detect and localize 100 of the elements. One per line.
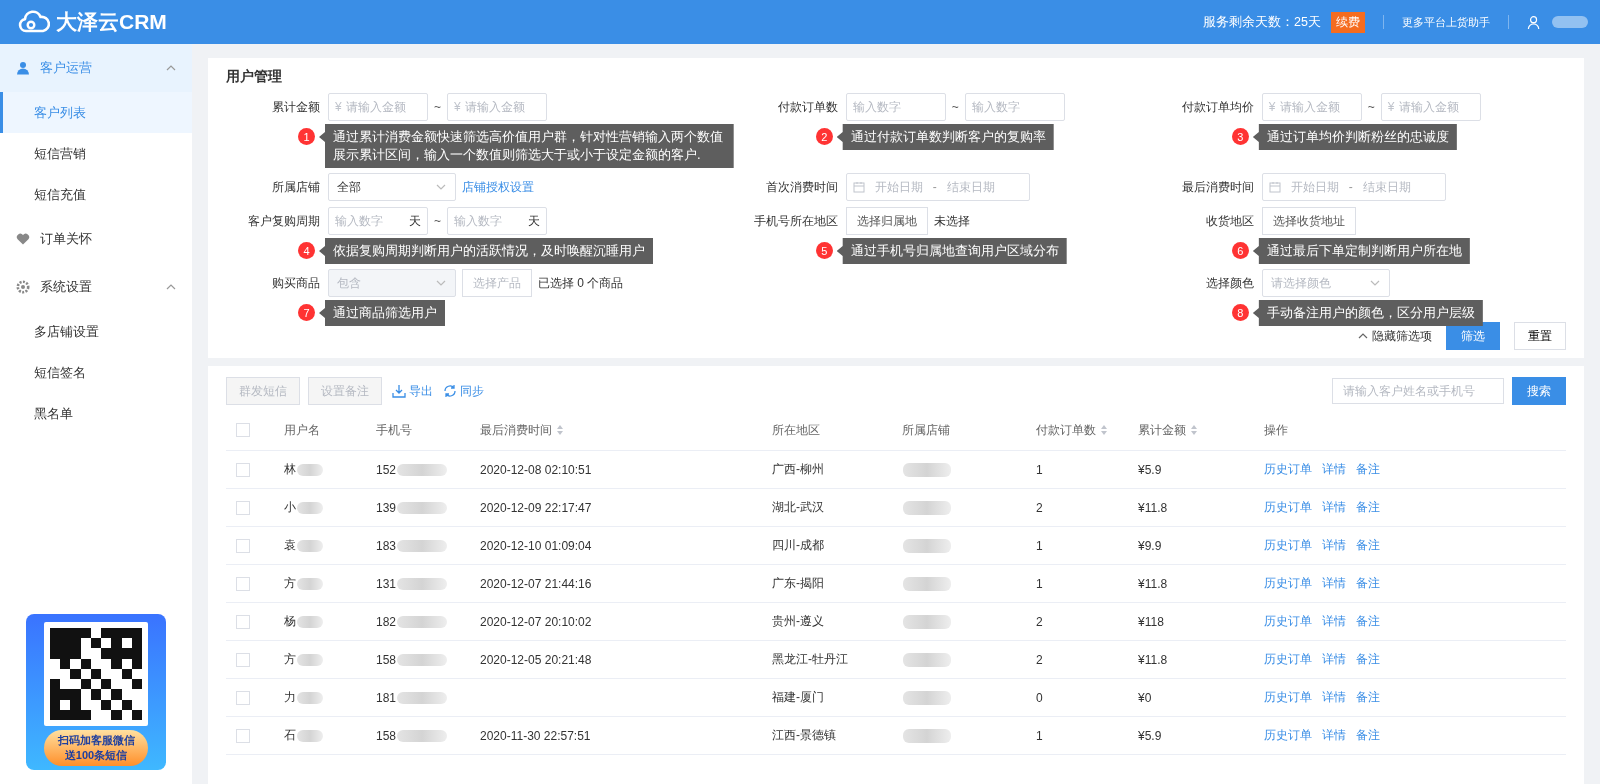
row-action-link[interactable]: 备注 [1356,462,1380,476]
row-action-link[interactable]: 备注 [1356,538,1380,552]
filter-label: 收货地区 [1204,212,1255,230]
sidebar-item[interactable]: 短信充值 [0,174,192,215]
row-action-link[interactable]: 详情 [1322,652,1346,666]
column-header: 所在地区 [772,421,820,439]
select-dropdown[interactable]: 请选择颜色 [1261,269,1390,297]
row-action-link[interactable]: 历史订单 [1264,462,1312,476]
row-action-link[interactable]: 备注 [1356,728,1380,742]
export-link[interactable]: 导出 [392,382,433,400]
checkbox[interactable] [236,500,250,515]
checkbox[interactable] [236,614,250,629]
table-cell: 182 [376,614,397,629]
table-cell: ¥11.8 [1138,500,1168,515]
person-icon [16,61,30,75]
table-cell: 贵州-遵义 [772,614,824,628]
row-action-link[interactable]: 备注 [1356,652,1380,666]
sidebar-item[interactable]: 短信营销 [0,133,192,174]
sort-icon[interactable] [1100,424,1108,436]
column-header: 操作 [1264,421,1288,439]
range-field[interactable]: 输入数字 [964,93,1065,121]
number-badge: 3 [1231,128,1249,145]
heart-icon [16,232,30,246]
number-badge: 2 [815,128,833,145]
row-action-link[interactable]: 历史订单 [1264,690,1312,704]
row-action-link[interactable]: 备注 [1356,614,1380,628]
row-action-link[interactable]: 历史订单 [1264,652,1312,666]
row-action-link[interactable]: 历史订单 [1264,728,1312,742]
checkbox[interactable] [236,423,250,438]
row-action-link[interactable]: 详情 [1322,728,1346,742]
picker-button[interactable]: 选择归属地 [845,207,928,235]
store-auth-link[interactable]: 店铺授权设置 [462,178,534,196]
search-button[interactable]: 搜索 [1512,377,1566,405]
sidebar-item[interactable]: 黑名单 [0,393,192,434]
checkbox[interactable] [236,576,250,591]
row-action-link[interactable]: 备注 [1356,690,1380,704]
row-action-link[interactable]: 详情 [1322,538,1346,552]
callout-tooltip: 手动备注用户的颜色，区分用户层级 [1252,300,1483,326]
sidebar-item[interactable]: 多店铺设置 [0,311,192,352]
callout-tooltip: 通过付款订单数判断客户的复购率 [836,124,1054,150]
row-action-link[interactable]: 历史订单 [1264,500,1312,514]
filter-label: 付款订单数 [776,98,839,116]
currency-symbol: ¥ [1268,100,1276,114]
checkbox[interactable] [236,462,250,477]
row-action-link[interactable]: 详情 [1322,576,1346,590]
checkbox[interactable] [236,690,250,705]
select-dropdown[interactable]: 全部 [328,173,456,201]
redaction-blur [297,653,323,666]
column-header[interactable]: 付款订单数 [1036,421,1108,439]
column-header[interactable]: 最后消费时间 [480,421,564,439]
row-action-link[interactable]: 详情 [1322,690,1346,704]
row-action-link[interactable]: 历史订单 [1264,576,1312,590]
row-action-link[interactable]: 历史订单 [1264,538,1312,552]
range-field[interactable]: 输入数字 [845,93,946,121]
checkbox[interactable] [236,652,250,667]
redaction-blur [397,654,448,667]
sidebar-item[interactable]: 短信签名 [0,352,192,393]
sync-link[interactable]: 同步 [443,382,484,400]
number-badge: 1 [298,128,315,145]
table-cell: 四川-成都 [772,538,824,552]
number-badge: 8 [1231,304,1249,321]
search-field[interactable]: 请输入客户姓名或手机号 [1332,378,1504,404]
table-cell: 广西-柳州 [772,462,824,476]
redaction-blur [297,501,323,514]
row-action-link[interactable]: 历史订单 [1264,614,1312,628]
range-field[interactable]: 输入数字 天 [447,207,547,235]
row-action-link[interactable]: 详情 [1322,614,1346,628]
currency-symbol: ¥ [1387,100,1395,114]
sort-icon[interactable] [1190,424,1198,436]
more-platform-link[interactable]: 更多平台上货助手 [1402,14,1490,30]
checkbox[interactable] [236,728,250,743]
renew-badge[interactable]: 续费 [1331,11,1365,33]
table-cell: 152 [376,462,397,477]
filter-button[interactable]: 筛选 [1446,322,1500,350]
hide-filters-link[interactable]: 隐藏筛选项 [1358,327,1432,345]
row-action-link[interactable]: 备注 [1356,500,1380,514]
table-cell: 石 [284,728,296,742]
table-cell: 2020-12-08 02:10:51 [480,462,592,477]
calendar-icon [1268,181,1281,193]
table-cell: 1 [1036,728,1043,743]
sidebar-group[interactable]: 系统设置 [0,263,192,311]
sort-icon[interactable] [556,424,564,436]
promo-card[interactable]: 扫码加客服微信 送100条短信 [26,614,166,770]
reset-button[interactable]: 重置 [1514,322,1566,350]
table-cell: 2020-12-07 21:44:16 [480,576,592,591]
row-action-link[interactable]: 详情 [1322,462,1346,476]
table-cell: 2 [1036,500,1043,515]
sidebar-group[interactable]: 客户运营 [0,44,192,92]
user-icon[interactable] [1527,14,1542,30]
picker-button[interactable]: 选择收货地址 [1261,207,1356,235]
row-action-link[interactable]: 详情 [1322,500,1346,514]
range-separator: ~ [434,214,441,228]
range-separator: ~ [1367,100,1375,114]
sidebar-group[interactable]: 订单关怀 [0,215,192,263]
range-field[interactable]: 输入数字 天 [328,207,428,235]
checkbox[interactable] [236,538,250,553]
column-header[interactable]: 累计金额 [1138,421,1198,439]
sidebar-item[interactable]: 客户列表 [0,92,192,133]
row-action-link[interactable]: 备注 [1356,576,1380,590]
table-cell: 183 [376,538,397,553]
